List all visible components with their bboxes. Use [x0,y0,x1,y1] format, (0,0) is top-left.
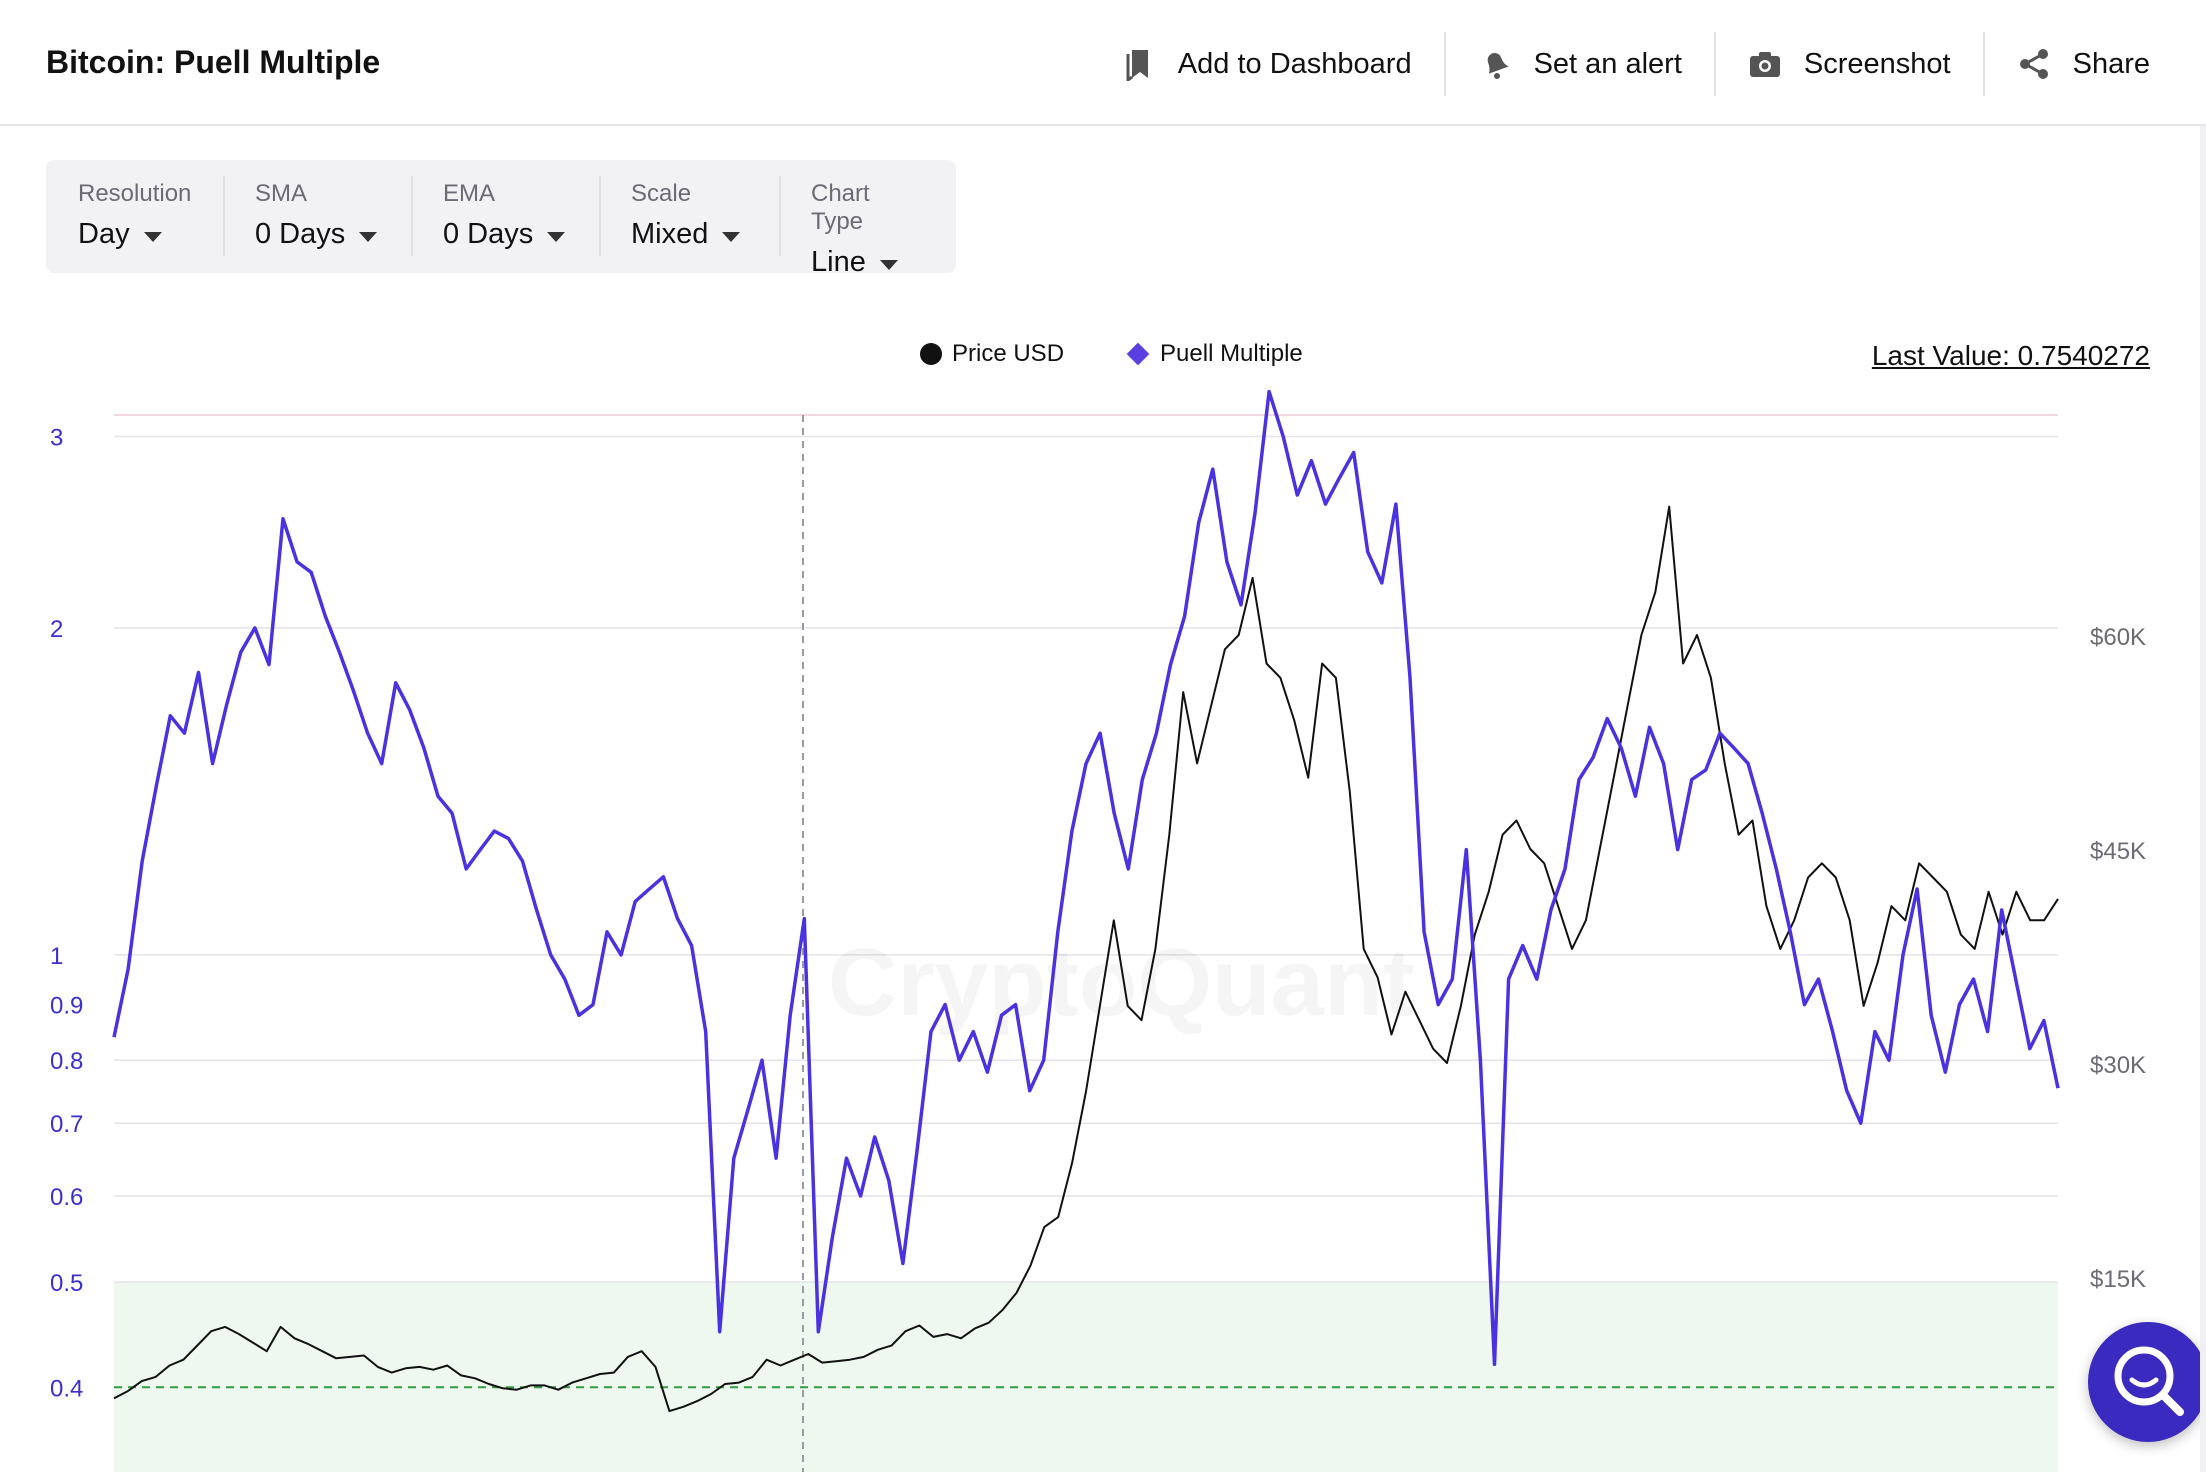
left-tick-label: 0.6 [50,1184,83,1211]
series-line-puell [112,389,2060,1367]
scrollbar-track[interactable] [2200,126,2206,1472]
right-tick-label: $45K [2090,838,2146,865]
left-tick-label: 0.7 [50,1111,83,1138]
search-fab-button[interactable] [2088,1322,2206,1442]
right-axis: $15K $30K $45K $60K [2090,624,2146,1293]
left-tick-label: 0.5 [50,1270,83,1297]
right-tick-label: $60K [2090,624,2146,651]
left-tick-label: 0.8 [50,1048,83,1075]
left-tick-label: 1 [50,943,63,970]
right-tick-label: $30K [2090,1052,2146,1079]
chart-area[interactable]: CryptoQuant 0.4 0.5 0.6 0.7 0.8 0.9 1 2 3 $15K $3… [0,0,2206,1472]
watermark: CryptoQuant [828,929,1415,1036]
search-icon [2114,1346,2184,1416]
left-tick-label: 3 [50,425,63,452]
left-tick-label: 0.4 [50,1375,83,1402]
left-tick-label: 0.9 [50,993,83,1020]
right-tick-label: $15K [2090,1266,2146,1293]
left-tick-label: 2 [50,616,63,643]
left-axis: 0.4 0.5 0.6 0.7 0.8 0.9 1 2 3 [50,425,83,1403]
gridlines [114,414,2058,1283]
low-zone-fill [114,1282,2058,1472]
